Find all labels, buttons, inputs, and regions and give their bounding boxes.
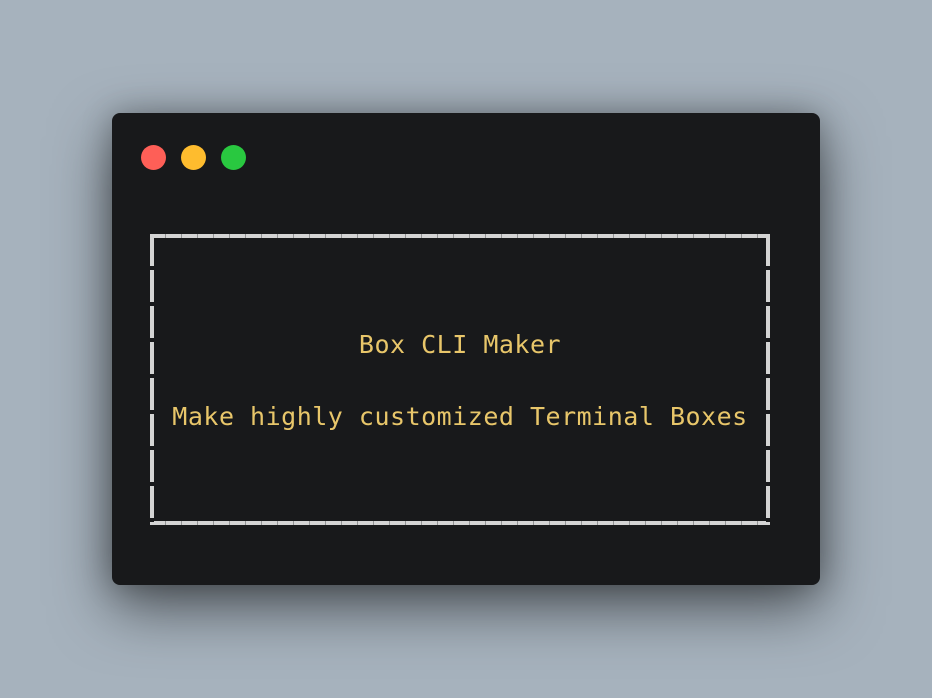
terminal-box: Box CLI Maker Make highly customized Ter…	[150, 234, 770, 525]
box-border-top	[150, 234, 770, 238]
box-border-right	[766, 234, 770, 525]
maximize-window-button[interactable]	[221, 145, 246, 170]
box-border-left	[150, 234, 154, 525]
close-window-button[interactable]	[141, 145, 166, 170]
box-content: Make highly customized Terminal Boxes	[172, 402, 748, 431]
box-border-bottom	[150, 521, 770, 525]
minimize-window-button[interactable]	[181, 145, 206, 170]
terminal-window: Box CLI Maker Make highly customized Ter…	[112, 113, 820, 585]
box-title: Box CLI Maker	[358, 330, 562, 359]
